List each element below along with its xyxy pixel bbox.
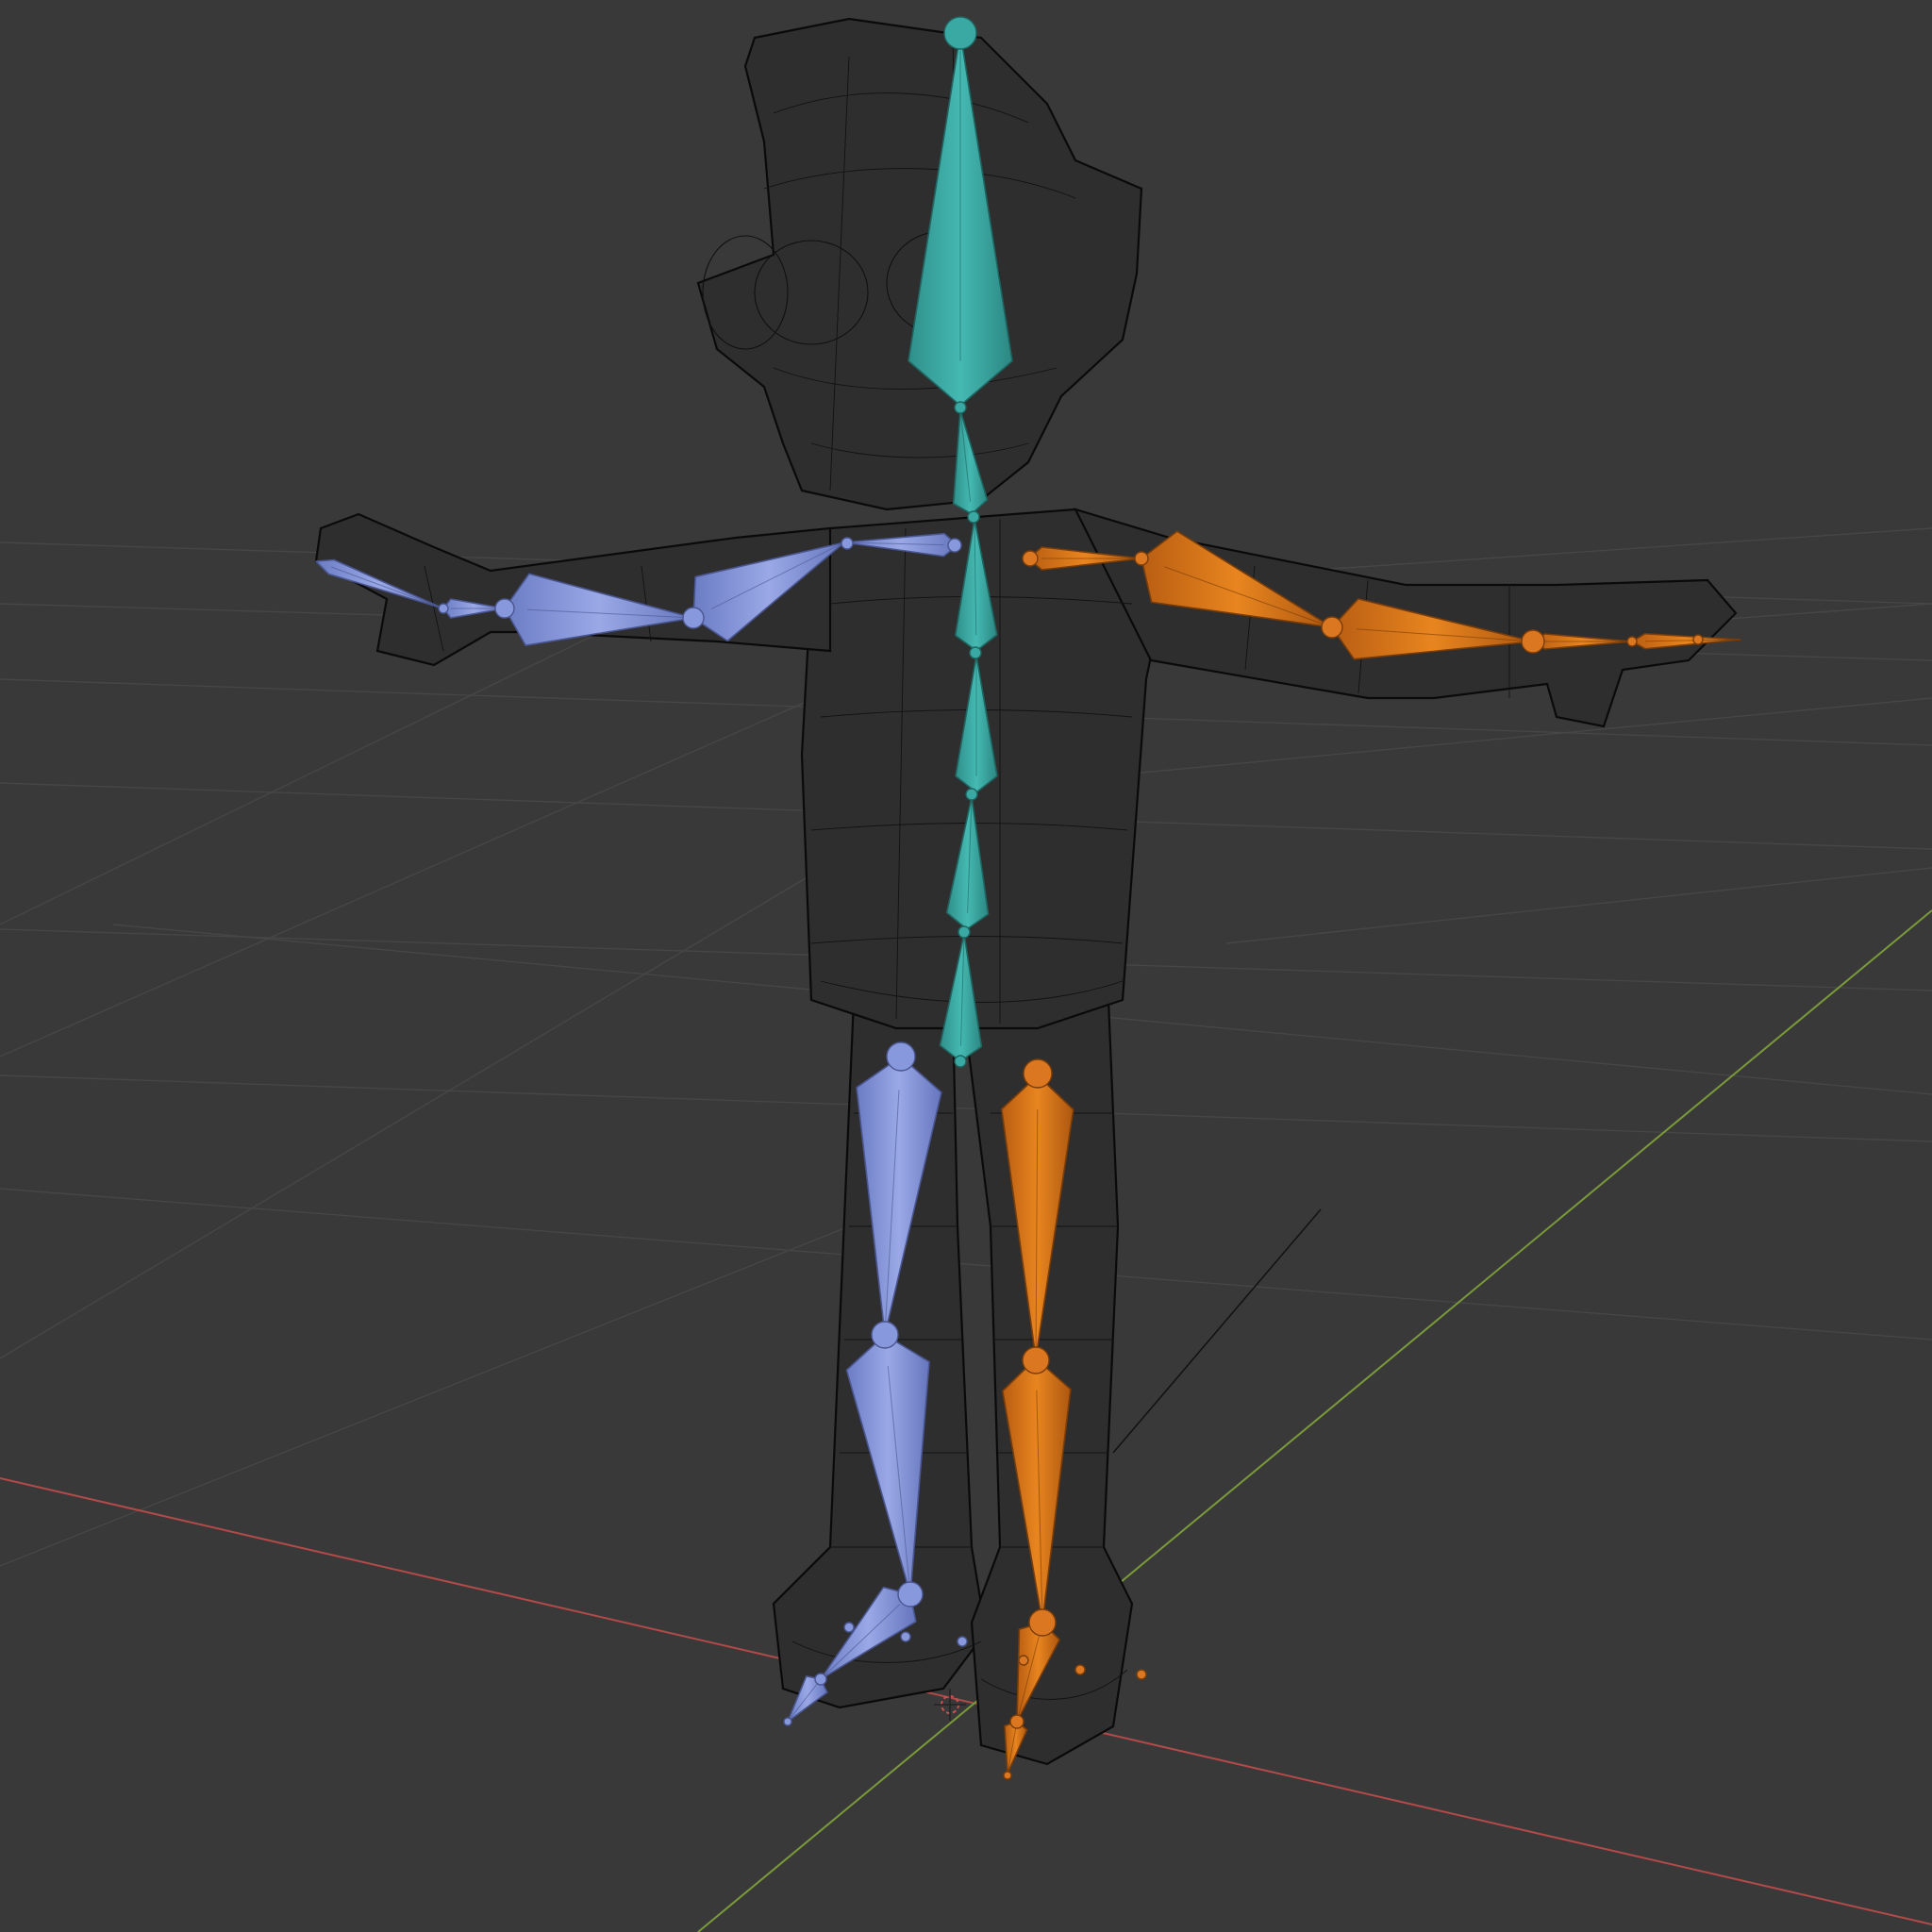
joint-ball-left[interactable] [814,1673,827,1686]
joint-heel-ik-right-b[interactable] [1074,1664,1086,1675]
joint-spine-lower[interactable] [965,788,978,801]
joint-toe-left[interactable] [783,1717,792,1726]
joint-ankle-left[interactable] [897,1581,924,1607]
joint-chest[interactable] [967,510,980,524]
joint-knee-left[interactable] [871,1321,899,1349]
joint-hip-right[interactable] [1023,1058,1053,1089]
joint-heel-ik-left-b[interactable] [900,1631,911,1642]
joint-clavicle-right[interactable] [1134,551,1149,566]
bone-roll-line [1112,1208,1322,1454]
joint-toe-right[interactable] [1003,1771,1012,1780]
joint-wrist-left[interactable] [494,598,515,619]
joint-hand-right[interactable] [1626,636,1638,647]
joint-neck[interactable] [954,401,967,414]
joint-head-tip[interactable] [943,16,977,50]
3d-viewport[interactable] [0,0,1932,1932]
joint-ankle-right[interactable] [1028,1608,1057,1637]
joint-knee-right[interactable] [1022,1346,1050,1374]
joint-clavicle-left[interactable] [841,537,854,550]
joint-hip-left[interactable] [886,1041,916,1072]
joint-heel-ik-right-c[interactable] [1136,1669,1147,1680]
joint-finger-right[interactable] [1692,634,1704,645]
joint-heel-ik-right-a[interactable] [1018,1655,1029,1666]
joint-heel-ik-left-c[interactable] [957,1636,968,1647]
joint-spine-upper[interactable] [969,646,982,659]
joint-ball-right[interactable] [1009,1714,1024,1729]
joint-wrist-right[interactable] [1521,629,1545,654]
joint-hand-left[interactable] [438,603,449,614]
joint-shoulder-left[interactable] [947,538,962,553]
joint-elbow-right[interactable] [1321,616,1343,639]
joint-heel-ik-left-a[interactable] [843,1622,855,1633]
joint-hips[interactable] [958,925,971,939]
joint-pelvis[interactable] [954,1055,967,1068]
joint-elbow-left[interactable] [682,607,705,629]
3d-cursor-icon[interactable] [934,1689,966,1721]
joint-shoulder-right[interactable] [1022,550,1039,567]
